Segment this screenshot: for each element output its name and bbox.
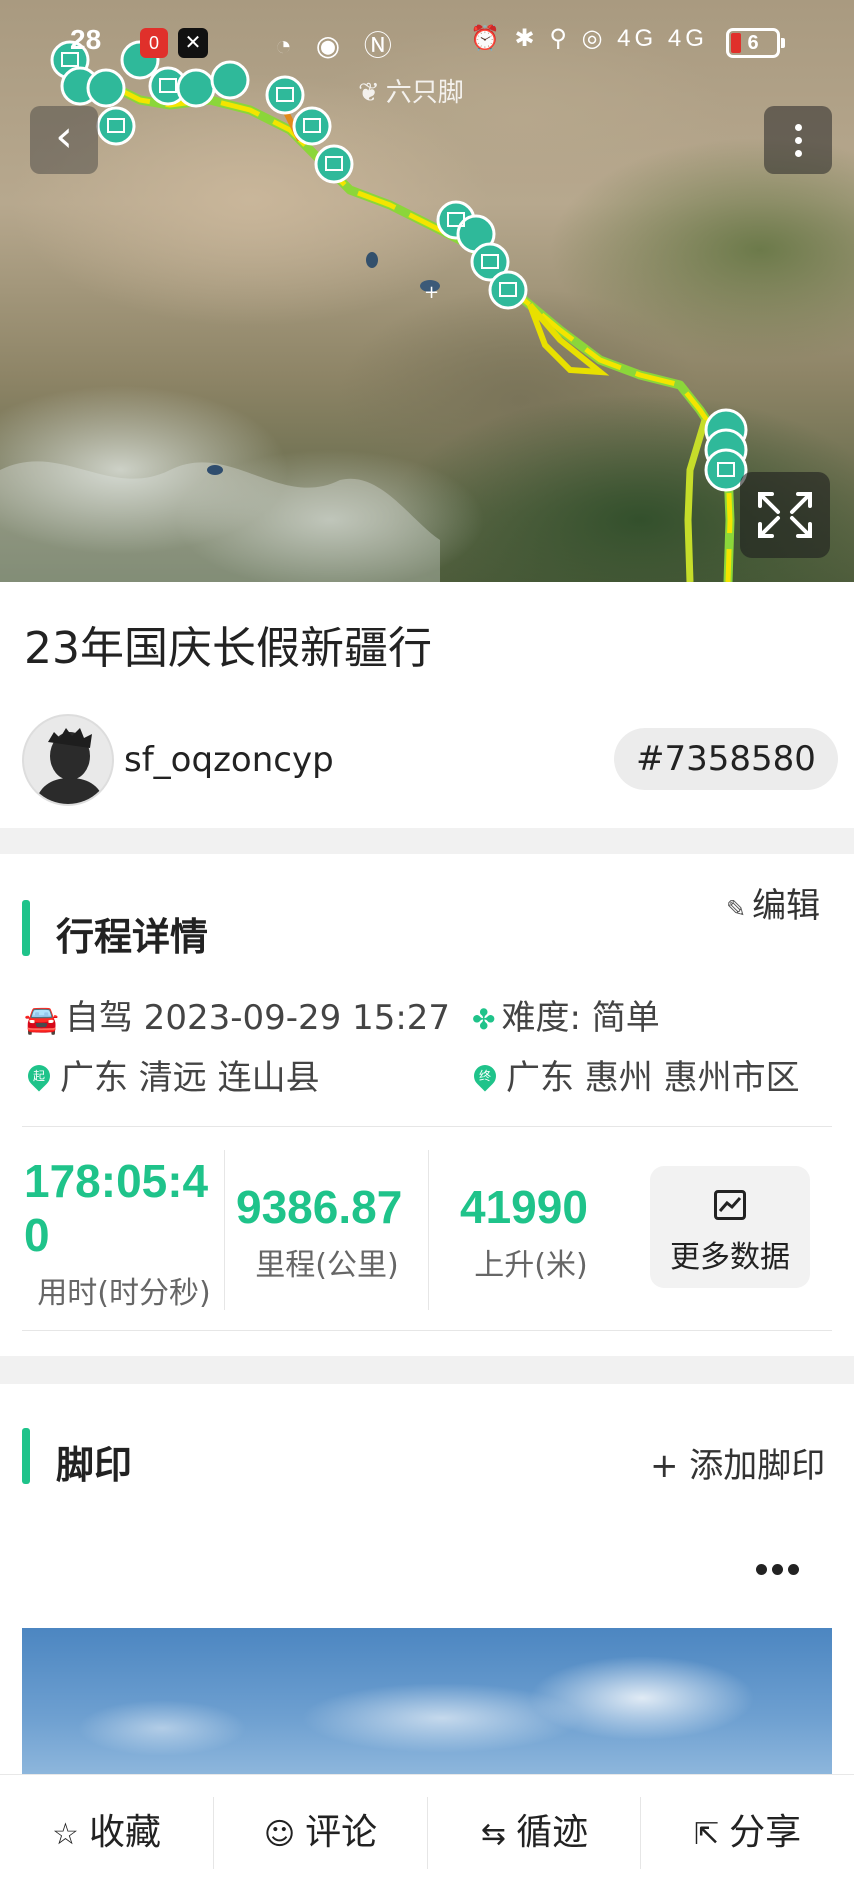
chevron-left-icon: ‹ [55,111,73,162]
status-icons: ◔ ◉ Ⓝ [275,30,400,61]
lake [207,465,223,475]
more-options-button[interactable] [764,106,832,174]
expand-icon [758,492,812,538]
comment-button[interactable]: ☺ 评论 [214,1775,427,1890]
car-icon: 🚘 [24,1003,59,1036]
loop-icon: ⇆ [480,1817,507,1852]
lake [366,252,378,268]
footprints-card: 脚印 + 添加脚印 [0,1384,854,1774]
notification-badge: 0 [140,28,168,58]
difficulty-text: 难度: 简单 [501,998,660,1038]
comment-label: 评论 [305,1812,378,1853]
photo-marker [314,144,354,184]
fullscreen-button[interactable] [740,472,830,558]
end-pin-icon: 终 [469,1060,501,1092]
username[interactable]: sf_oqzoncyp [124,740,334,780]
follow-track-label: 循迹 [516,1812,589,1853]
travel-mode-text: 自驾 2023-09-29 15:27 [64,998,451,1038]
footprint-more-button[interactable] [756,1560,804,1579]
duration-value-wrap: 0 [24,1209,50,1261]
more-vertical-icon [795,124,802,131]
back-button[interactable]: ‹ [30,106,98,174]
details-section-title: 行程详情 [56,915,209,959]
share-button[interactable]: ⇱ 分享 [641,1775,854,1890]
watermark-text: 六只脚 [385,78,464,108]
duration-value: 178:05:4 [24,1155,209,1207]
end-location-row: 终广东 惠州 惠州市区 [469,1050,800,1099]
duration-label: 用时(时分秒) [37,1276,211,1311]
favorite-label: 收藏 [88,1812,161,1853]
avatar[interactable] [22,714,114,806]
more-data-button[interactable]: 更多数据 [650,1166,810,1288]
star-icon: ☆ [52,1817,79,1852]
section-accent-bar [22,1428,30,1484]
distance-value: 9386.87 [236,1181,403,1233]
footprints-section-title: 脚印 [56,1443,133,1487]
favorite-button[interactable]: ☆ 收藏 [0,1775,213,1890]
ascent-label: 上升(米) [474,1248,588,1283]
edit-icon: ✎ [726,895,747,923]
route-track-return [684,418,709,582]
photo-marker [488,270,528,310]
snow-range [0,461,440,582]
location-cross: + [424,282,439,303]
add-footprint-button[interactable]: + 添加脚印 [650,1438,825,1487]
line-chart-icon [714,1190,746,1220]
photo-marker-glyphs [61,52,735,477]
travel-mode-row: 🚘 自驾 2023-09-29 15:27 [24,990,450,1039]
more-data-label: 更多数据 [670,1240,790,1275]
photo-marker [265,75,305,115]
stat-separator [428,1150,429,1310]
difficulty-row: ✤ 难度: 简单 [472,990,660,1039]
edit-button[interactable]: ✎ 编辑 [726,878,820,927]
ascent-value: 41990 [460,1181,588,1233]
share-label: 分享 [729,1812,802,1853]
share-icon: ⇱ [693,1817,720,1852]
footprint-photo[interactable] [22,1628,832,1774]
follow-track-button[interactable]: ⇆ 循迹 [428,1775,641,1890]
start-location-row: 起广东 清远 连山县 [23,1050,320,1099]
bottom-action-bar: ☆ 收藏 ☺ 评论 ⇆ 循迹 ⇱ 分享 [0,1774,854,1890]
stat-separator [224,1150,225,1310]
trip-id-badge[interactable]: #7358580 [614,728,838,790]
distance-label: 里程(公里) [255,1248,399,1283]
route-map[interactable]: + 28 0 ✕ ◔ ◉ Ⓝ ⏰ ✱ ⚲ ◎ 4G 4G 6 ❦ 六只脚 ‹ [0,0,854,582]
battery-icon: 6 [726,28,785,58]
start-location: 广东 清远 连山县 [60,1058,320,1098]
start-pin-icon: 起 [23,1060,55,1092]
divider [22,1126,832,1127]
photo-markers [50,40,748,492]
trip-details-card: 行程详情 ✎ 编辑 🚘 自驾 2023-09-29 15:27 ✤ 难度: 简单 起广… [0,854,854,1356]
app-watermark: ❦ 六只脚 [358,72,464,109]
section-accent-bar [22,900,30,956]
paw-icon: ❦ [358,78,380,108]
photo-marker [96,106,136,146]
end-location: 广东 惠州 惠州市区 [506,1058,800,1098]
puzzle-icon: ✤ [472,1003,496,1036]
app-notification-icon: ✕ [178,28,208,58]
photo-marker [292,106,332,146]
signal-icons: ⏰ ✱ ⚲ ◎ 4G 4G [470,25,708,52]
trip-header-card: 23年国庆长假新疆行 sf_oqzoncyp #7358580 [0,582,854,828]
trip-title: 23年国庆长假新疆行 [24,623,432,674]
divider [22,1330,832,1331]
user-silhouette-icon [34,728,106,804]
more-horizontal-icon [756,1564,767,1575]
status-time: 28 [70,24,102,55]
edit-label: 编辑 [752,886,821,926]
comment-icon: ☺ [263,1817,296,1852]
status-bar: 28 0 ✕ ◔ ◉ Ⓝ ⏰ ✱ ⚲ ◎ 4G 4G 6 [0,0,854,78]
